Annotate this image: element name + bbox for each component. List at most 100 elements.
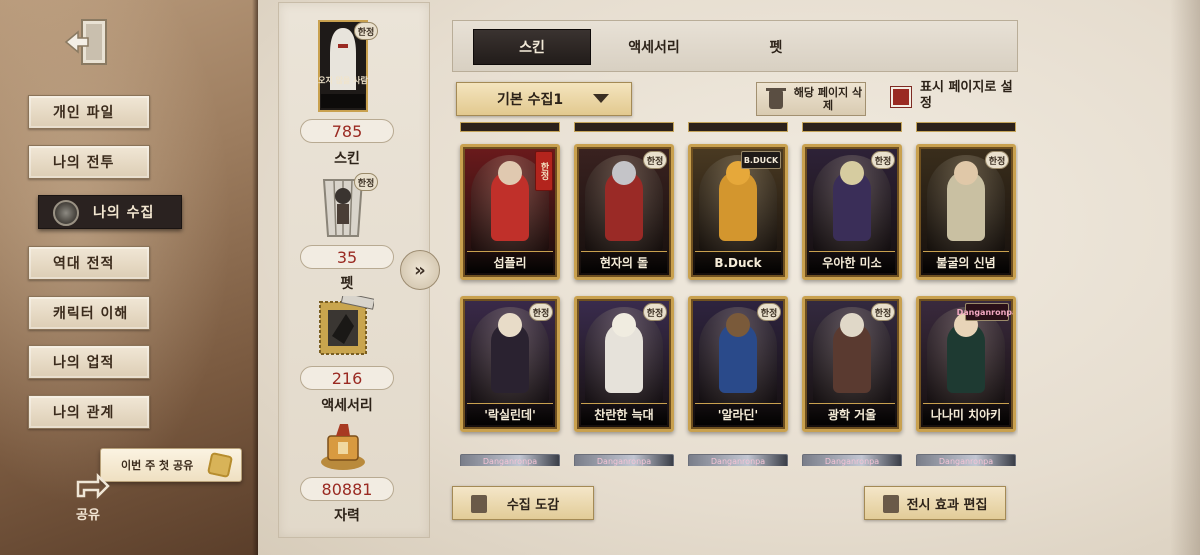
skin-card[interactable]: 한정 '알라딘'	[688, 296, 788, 432]
edit-display-effect-button[interactable]: 전시 효과 편집	[864, 486, 1006, 520]
skin-name: 섭플리	[467, 251, 553, 273]
skin-name: 불굴의 신념	[923, 251, 1009, 273]
skin-card[interactable]: 한정찬란한 늑대	[574, 296, 674, 432]
skin-card[interactable]: 한정광학 거울	[802, 296, 902, 432]
sidebar-item-label: 나의 관계	[53, 405, 115, 421]
limited-badge: 한정	[529, 303, 553, 321]
set-display-label: 표시 페이지로 설정	[920, 80, 1013, 111]
skin-card[interactable]: B.DUCK B.Duck	[688, 144, 788, 280]
skin-card-partial[interactable]: Danganronpa	[802, 454, 902, 466]
skin-card-partial[interactable]: Danganronpa	[574, 454, 674, 466]
character-head	[612, 313, 636, 337]
chevron-down-icon	[593, 94, 609, 103]
sidebar-item-relations[interactable]: 나의 관계	[28, 395, 150, 429]
accessory-count: 216	[300, 366, 394, 390]
pet-count: 35	[300, 245, 394, 269]
magnet-material-icon[interactable]	[318, 420, 368, 472]
character-head	[840, 313, 864, 337]
limited-badge: 한정	[643, 303, 667, 321]
skin-name: 광학 거울	[809, 403, 895, 425]
delete-page-button[interactable]: 해당 페이지 삭제	[756, 82, 866, 116]
limited-badge: 한정	[535, 151, 553, 191]
portrait-limited-badge: 한정	[354, 22, 378, 40]
accessory-label: 액세서리	[321, 398, 373, 414]
skin-name: 나나미 치아키	[923, 403, 1009, 425]
expand-arrow-button[interactable]: »	[400, 250, 440, 290]
pet-label: 펫	[340, 276, 354, 292]
tab-label: 액세서리	[628, 40, 680, 56]
tab-skin[interactable]: 스킨	[473, 29, 591, 65]
puzzle-icon	[206, 451, 234, 479]
collection-guide-label: 수집 도감	[506, 497, 560, 513]
collection-guide-button[interactable]: 수집 도감	[452, 486, 594, 520]
sidebar-item-achievements[interactable]: 나의 업적	[28, 345, 150, 379]
material-label: 자력	[334, 508, 360, 524]
skin-grid: 한정 섭플리 한정 현자의 돌 B.DUCK B.Duck 한정 우아한 미소 한정 불굴의 신념…	[452, 122, 1018, 466]
book-icon	[471, 495, 487, 513]
tab-accessory[interactable]: 액세서리	[595, 29, 713, 65]
skin-card[interactable]: 한정 '락실린데'	[460, 296, 560, 432]
edit-icon	[883, 495, 899, 513]
share-label: 공유	[76, 508, 100, 523]
sidebar-item-label: 나의 수집	[93, 205, 155, 221]
skin-card-partial[interactable]: Danganronpa	[460, 454, 560, 466]
sidebar-item-label: 캐릭터 이해	[53, 306, 129, 322]
exit-icon[interactable]	[62, 16, 112, 68]
skin-card-partial[interactable]: Danganronpa	[688, 454, 788, 466]
skin-name: 우아한 미소	[809, 251, 895, 273]
set-display-checkbox[interactable]	[890, 86, 912, 108]
trash-icon	[766, 88, 786, 109]
sidebar-item-label: 나의 업적	[53, 355, 115, 371]
limited-badge: B.DUCK	[741, 151, 781, 169]
skin-name: '락실린데'	[467, 403, 553, 425]
skin-name: 찬란한 늑대	[581, 403, 667, 425]
skin-card[interactable]: 한정우아한 미소	[802, 144, 902, 280]
character-head	[612, 161, 636, 185]
collection-select-value: 기본 수집1	[497, 92, 564, 108]
sidebar-item-history[interactable]: 역대 전적	[28, 246, 150, 280]
character-head	[726, 313, 750, 337]
tab-label: 펫	[769, 40, 783, 56]
material-count: 80881	[300, 477, 394, 501]
share-icon[interactable]	[72, 468, 112, 500]
skin-name: '알라딘'	[695, 403, 781, 425]
collection-select[interactable]: 기본 수집1	[456, 82, 632, 116]
double-chevron-right-icon: »	[414, 259, 426, 281]
character-head	[498, 161, 522, 185]
limited-badge: 한정	[871, 151, 895, 169]
sidebar-item-character[interactable]: 캐릭터 이해	[28, 296, 150, 330]
skin-name: B.Duck	[695, 251, 781, 273]
skin-card-partial[interactable]: Danganronpa	[916, 454, 1016, 466]
skin-count: 785	[300, 119, 394, 143]
sidebar-item-collection[interactable]: 나의 수집	[38, 195, 182, 229]
share-bubble-text: 이번 주 첫 공유	[121, 459, 194, 472]
portrait-caption: 오지 않을 사람	[318, 76, 368, 85]
weekly-share-bubble[interactable]: 이번 주 첫 공유	[100, 448, 242, 482]
tab-pet[interactable]: 펫	[717, 29, 835, 65]
category-tabs: 스킨 액세서리 펫	[452, 20, 1018, 72]
sidebar-item-profile[interactable]: 개인 파일	[28, 95, 150, 129]
delete-page-label: 해당 페이지 삭제	[793, 86, 863, 112]
limited-badge: Danganronpa	[957, 303, 1013, 321]
character-head	[954, 161, 978, 185]
skin-card[interactable]: Danganronpa 나나미 치아키	[916, 296, 1016, 432]
sidebar-item-battles[interactable]: 나의 전투	[28, 145, 150, 179]
skin-card[interactable]: 한정불굴의 신념	[916, 144, 1016, 280]
collection-emblem-icon	[53, 200, 79, 226]
sidebar-item-label: 나의 전투	[53, 155, 115, 171]
character-head	[498, 313, 522, 337]
skin-card[interactable]: 한정섭플리	[460, 144, 560, 280]
sidebar-item-label: 역대 전적	[53, 256, 115, 272]
sidebar-item-label: 개인 파일	[53, 105, 115, 121]
limited-badge: 한정	[985, 151, 1009, 169]
character-head	[840, 161, 864, 185]
skin-label: 스킨	[334, 151, 360, 167]
limited-badge: 한정	[757, 303, 781, 321]
pet-limited-badge: 한정	[354, 173, 378, 191]
skin-card[interactable]: 한정현자의 돌	[574, 144, 674, 280]
accessory-stamp-icon[interactable]	[318, 292, 376, 358]
skin-name: 현자의 돌	[581, 251, 667, 273]
limited-badge: 한정	[871, 303, 895, 321]
limited-badge: 한정	[643, 151, 667, 169]
tab-label: 스킨	[519, 40, 545, 56]
